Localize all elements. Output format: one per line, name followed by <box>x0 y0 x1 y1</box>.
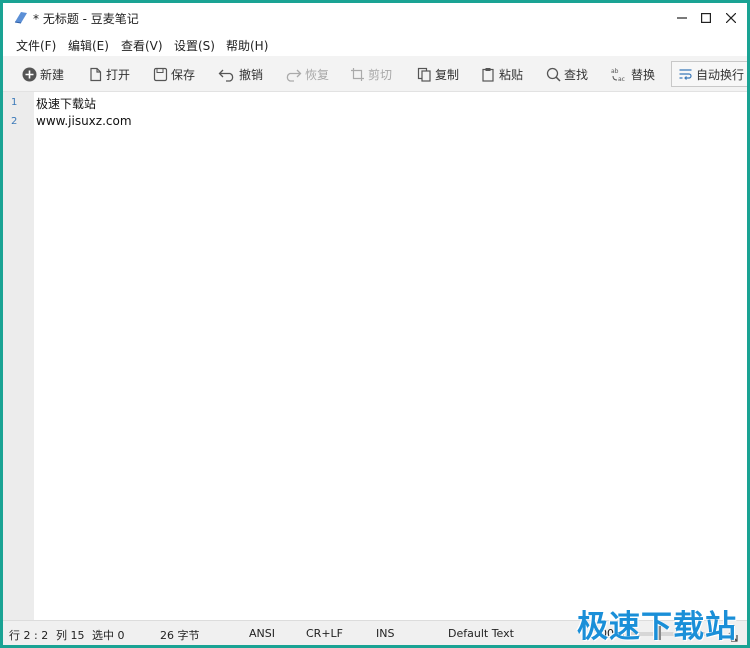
copy-label: 复制 <box>435 67 460 82</box>
editor-line: www.jisuxz.com <box>36 114 132 128</box>
svg-text:ab: ab <box>611 68 619 75</box>
undo-label: 撤销 <box>239 67 264 82</box>
app-window: * 无标题 - 豆麦笔记 文件(F) 编辑(E) 查看(V) 设置(S) 帮助(… <box>0 0 750 648</box>
open-button[interactable]: 打开 <box>88 62 130 86</box>
redo-label: 恢复 <box>305 67 330 82</box>
cut-label: 剪切 <box>368 67 393 82</box>
line-number: 2 <box>11 116 18 127</box>
syntax-indicator[interactable]: Default Text <box>448 627 514 640</box>
plus-circle-icon <box>22 67 37 81</box>
open-label: 打开 <box>106 67 131 82</box>
replace-label: 替换 <box>631 67 656 82</box>
replace-icon: abac <box>611 68 625 82</box>
save-label: 保存 <box>171 67 196 82</box>
insert-mode-indicator[interactable]: INS <box>376 627 394 640</box>
cursor-column: 列 15 <box>56 629 85 642</box>
menu-edit[interactable]: 编辑(E) <box>68 37 109 54</box>
replace-button[interactable]: ab ac 替换 <box>611 62 655 86</box>
maximize-icon <box>701 12 711 23</box>
new-button[interactable]: 新建 <box>22 62 64 86</box>
save-button[interactable]: 保存 <box>153 62 195 86</box>
toolbar: 新建 打开 保存 撤销 恢复 剪切 复制 粘贴 查找 ab ac 替换 自动换行 <box>3 56 747 92</box>
line-ending-indicator[interactable]: CR+LF <box>306 627 343 640</box>
word-wrap-toggle[interactable]: 自动换行 <box>671 61 747 87</box>
redo-icon <box>286 69 302 82</box>
site-watermark: 极速下载站 <box>577 609 737 645</box>
window-title: * 无标题 - 豆麦笔记 <box>33 12 139 26</box>
undo-icon <box>218 69 234 82</box>
wrap-icon <box>679 68 692 80</box>
minimize-icon <box>677 16 687 19</box>
cut-button[interactable]: 剪切 <box>350 62 392 86</box>
maximize-button[interactable] <box>693 3 719 32</box>
byte-count: 26 字节 <box>160 629 200 642</box>
minimize-button[interactable] <box>669 3 695 32</box>
floppy-icon <box>153 67 168 81</box>
selection-count: 选中 0 <box>92 629 125 642</box>
close-button[interactable] <box>718 3 744 32</box>
find-button[interactable]: 查找 <box>546 62 588 86</box>
editor-line: 极速下载站 <box>36 97 97 111</box>
redo-button[interactable]: 恢复 <box>284 62 329 86</box>
cursor-position: 行 2 : 2 <box>9 629 49 642</box>
line-number-gutter: 1 2 <box>3 92 34 620</box>
copy-icon <box>417 67 431 82</box>
crop-icon <box>351 67 364 81</box>
paste-button[interactable]: 粘贴 <box>481 62 523 86</box>
menu-help[interactable]: 帮助(H) <box>226 37 268 54</box>
close-icon <box>726 12 736 23</box>
find-label: 查找 <box>564 67 589 82</box>
encoding-indicator[interactable]: ANSI <box>249 627 275 640</box>
title-bar: * 无标题 - 豆麦笔记 <box>3 3 747 32</box>
menu-bar: 文件(F) 编辑(E) 查看(V) 设置(S) 帮助(H) <box>3 32 747 56</box>
menu-file[interactable]: 文件(F) <box>16 37 56 54</box>
wrap-label: 自动换行 <box>696 67 745 82</box>
menu-view[interactable]: 查看(V) <box>121 37 163 54</box>
menu-settings[interactable]: 设置(S) <box>174 37 215 54</box>
line-number: 1 <box>11 97 18 108</box>
file-icon <box>90 67 102 81</box>
notebook-icon <box>13 11 29 24</box>
copy-button[interactable]: 复制 <box>417 62 459 86</box>
search-icon <box>546 67 561 82</box>
svg-text:ac: ac <box>618 76 625 82</box>
text-editor[interactable]: 极速下载站 www.jisuxz.com <box>34 92 747 620</box>
clipboard-icon <box>482 67 494 82</box>
paste-label: 粘贴 <box>499 67 524 82</box>
new-label: 新建 <box>40 67 65 82</box>
undo-button[interactable]: 撤销 <box>218 62 263 86</box>
